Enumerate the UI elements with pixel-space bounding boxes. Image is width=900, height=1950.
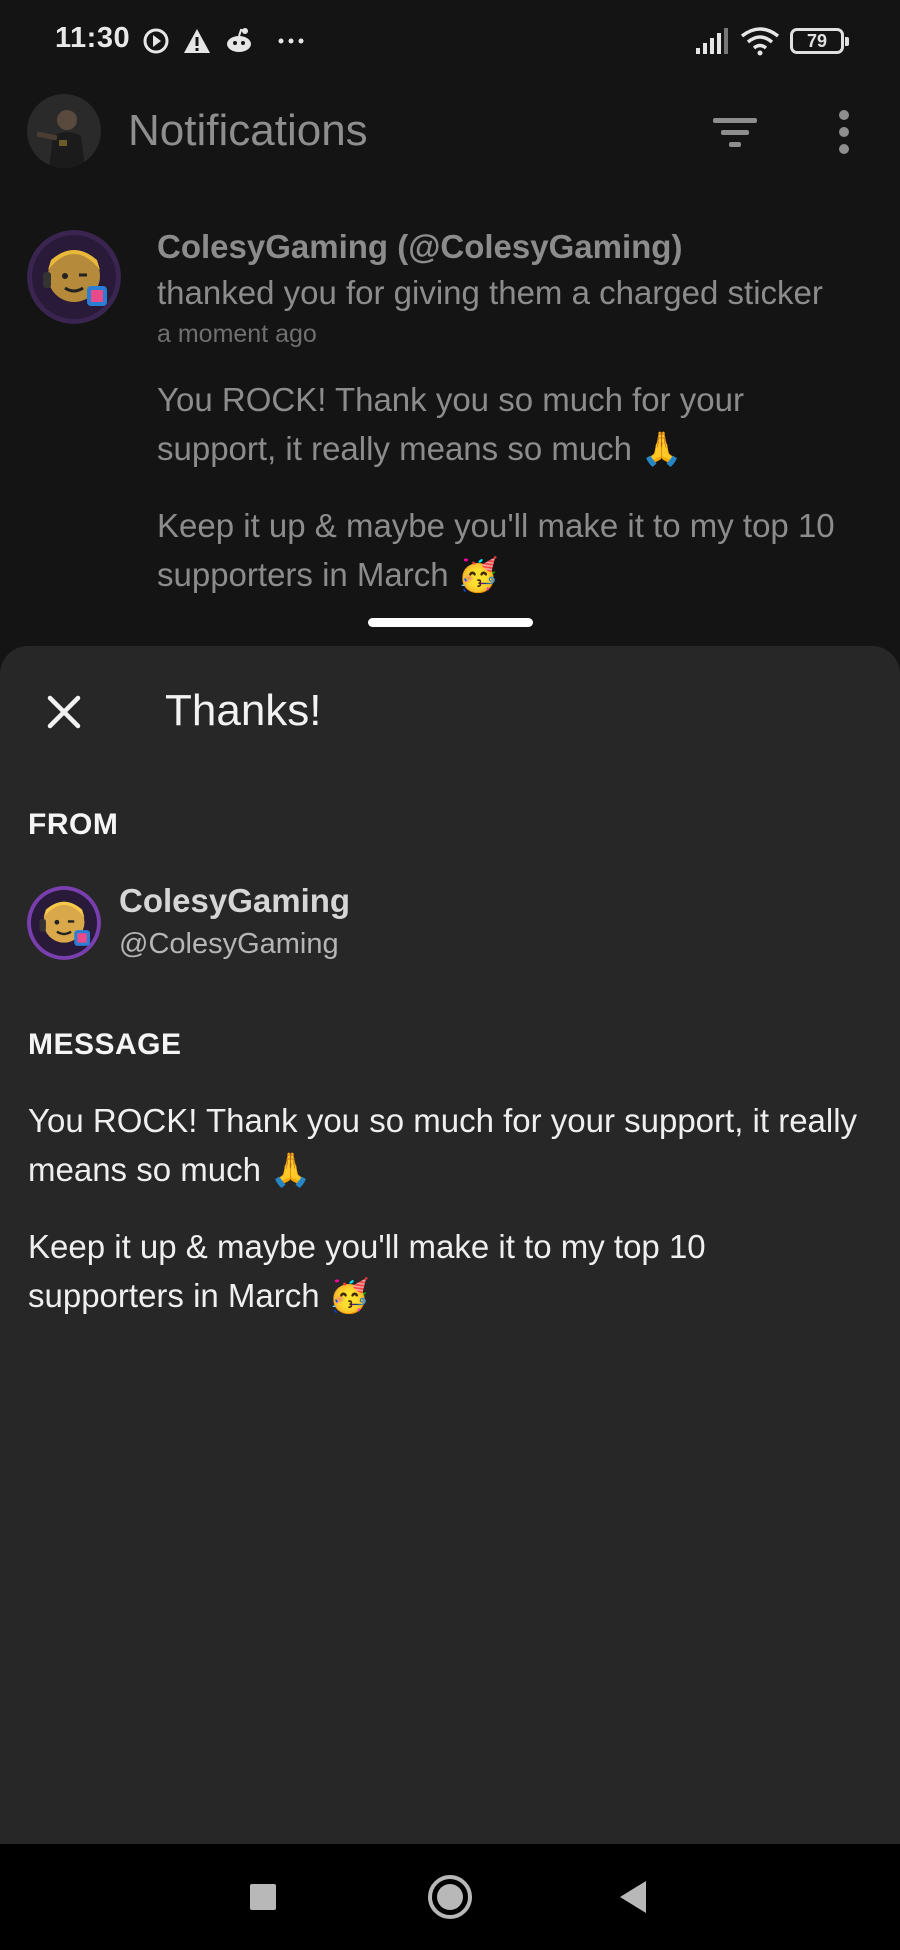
recents-button[interactable] xyxy=(230,1864,296,1930)
notifications-screen: 11:30 79 Notifications ColesyGaming (@Co… xyxy=(0,0,900,660)
notification-message-2: Keep it up & maybe you'll make it to my … xyxy=(157,507,835,593)
notification-description: thanked you for giving them a charged st… xyxy=(157,274,823,311)
page-title: Notifications xyxy=(128,106,368,155)
back-triangle-icon xyxy=(620,1881,646,1913)
message-label: MESSAGE xyxy=(28,1028,182,1061)
user-avatar[interactable] xyxy=(27,94,101,168)
more-vert-icon[interactable] xyxy=(822,102,866,162)
from-handle: @ColesyGaming xyxy=(119,928,339,960)
filter-icon[interactable] xyxy=(705,106,765,158)
home-circle-icon xyxy=(428,1875,472,1919)
battery-icon: 79 xyxy=(790,28,849,54)
recents-square-icon xyxy=(250,1884,276,1910)
app-bar: Notifications xyxy=(0,90,900,174)
wifi-icon xyxy=(740,27,780,56)
status-bar: 11:30 79 xyxy=(0,0,900,82)
from-name[interactable]: ColesyGaming xyxy=(119,882,350,920)
navigation-bar xyxy=(0,1844,900,1950)
play-circle-icon xyxy=(143,28,169,54)
sheet-title: Thanks! xyxy=(165,686,322,735)
status-time: 11:30 xyxy=(55,22,131,54)
warning-icon xyxy=(184,29,210,53)
notification-time: a moment ago xyxy=(157,320,317,348)
more-dots-icon xyxy=(278,38,304,44)
message-paragraph-2: Keep it up & maybe you'll make it to my … xyxy=(28,1228,706,1314)
notification-message-1: You ROCK! Thank you so much for your sup… xyxy=(157,381,744,467)
signal-icon xyxy=(696,28,728,54)
home-button[interactable] xyxy=(417,1864,483,1930)
from-label: FROM xyxy=(28,808,119,841)
message-paragraph-1: You ROCK! Thank you so much for your sup… xyxy=(28,1102,858,1188)
back-button[interactable] xyxy=(600,1864,666,1930)
reddit-icon xyxy=(227,28,251,52)
sender-avatar[interactable] xyxy=(27,230,121,324)
close-icon[interactable] xyxy=(40,688,88,736)
notification-title: ColesyGaming (@ColesyGaming) xyxy=(157,228,683,265)
sheet-drag-handle[interactable] xyxy=(368,618,533,627)
from-avatar[interactable] xyxy=(27,886,101,960)
thanks-bottom-sheet: Thanks! FROM ColesyGaming @ColesyGaming … xyxy=(0,646,900,1844)
notification-content: ColesyGaming (@ColesyGaming) thanked you… xyxy=(157,225,857,599)
